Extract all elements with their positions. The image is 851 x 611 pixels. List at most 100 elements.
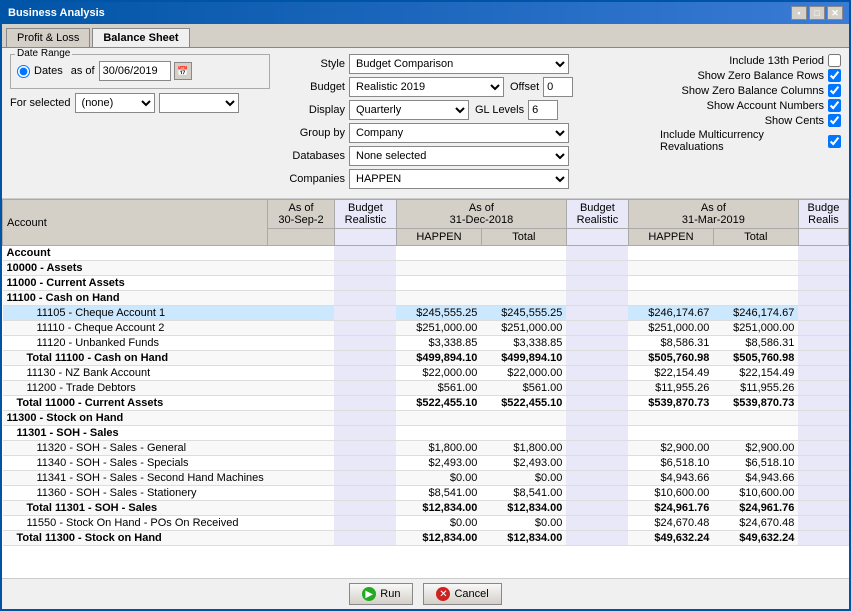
minimize-button[interactable]: ▪	[791, 6, 807, 20]
data-cell	[334, 516, 396, 531]
data-cell	[628, 276, 713, 291]
data-cell	[566, 366, 628, 381]
table-row: Total 11300 - Stock on Hand$12,834.00$12…	[3, 531, 849, 546]
tab-balance-sheet[interactable]: Balance Sheet	[92, 28, 189, 47]
table-row: 11200 - Trade Debtors$561.00$561.00$11,9…	[3, 381, 849, 396]
data-cell	[713, 261, 798, 276]
data-cell	[566, 276, 628, 291]
cancel-button[interactable]: ✕ Cancel	[423, 583, 501, 605]
show-cents-checkbox[interactable]	[828, 114, 841, 127]
data-cell	[268, 516, 335, 531]
data-cell	[566, 411, 628, 426]
account-cell: 11320 - SOH - Sales - General	[3, 441, 268, 456]
run-label: Run	[380, 588, 400, 600]
data-cell: $245,555.25	[396, 306, 481, 321]
data-cell	[798, 441, 848, 456]
main-window: Business Analysis ▪ □ ✕ Profit & Loss Ba…	[0, 0, 851, 611]
databases-select[interactable]: None selected	[349, 146, 569, 166]
account-cell: 11100 - Cash on Hand	[3, 291, 268, 306]
table-row: 11340 - SOH - Sales - Specials$2,493.00$…	[3, 456, 849, 471]
display-label: Display	[280, 104, 345, 116]
col-dec-budget	[566, 229, 628, 246]
budget-select[interactable]: Realistic 2019	[349, 77, 504, 97]
data-cell	[628, 261, 713, 276]
account-cell: Account	[3, 246, 268, 261]
table-header-row1: Account As of30-Sep-2 BudgetRealistic As…	[3, 200, 849, 229]
table-row: 11100 - Cash on Hand	[3, 291, 849, 306]
display-select[interactable]: Quarterly	[349, 100, 469, 120]
data-cell	[268, 456, 335, 471]
account-cell: Total 11301 - SOH - Sales	[3, 501, 268, 516]
data-cell	[396, 291, 481, 306]
companies-row: Companies HAPPEN	[280, 169, 640, 189]
table-container[interactable]: Account As of30-Sep-2 BudgetRealistic As…	[2, 199, 849, 578]
data-cell	[798, 261, 848, 276]
include-multicurrency-checkbox[interactable]	[828, 135, 841, 148]
data-cell: $8,541.00	[481, 486, 566, 501]
calendar-button[interactable]: 📅	[174, 62, 192, 80]
show-zero-rows-checkbox[interactable]	[828, 69, 841, 82]
data-cell: $6,518.10	[628, 456, 713, 471]
style-label: Style	[280, 58, 345, 70]
account-cell: 11110 - Cheque Account 2	[3, 321, 268, 336]
companies-select[interactable]: HAPPEN	[349, 169, 569, 189]
data-cell: $539,870.73	[628, 396, 713, 411]
data-cell	[334, 441, 396, 456]
data-cell	[713, 291, 798, 306]
data-cell	[268, 486, 335, 501]
data-cell: $22,000.00	[396, 366, 481, 381]
main-table: Account As of30-Sep-2 BudgetRealistic As…	[2, 199, 849, 546]
col-sep-budget	[334, 229, 396, 246]
gl-levels-label: GL Levels	[475, 104, 524, 116]
close-button[interactable]: ✕	[827, 6, 843, 20]
maximize-button[interactable]: □	[809, 6, 825, 20]
show-account-numbers-checkbox[interactable]	[828, 99, 841, 112]
data-cell: $12,834.00	[481, 501, 566, 516]
for-selected-select[interactable]: (none)	[75, 93, 155, 113]
show-zero-columns-checkbox[interactable]	[828, 84, 841, 97]
data-cell: $251,000.00	[713, 321, 798, 336]
data-cell	[713, 426, 798, 441]
data-cell	[798, 321, 848, 336]
run-button[interactable]: ▶ Run	[349, 583, 413, 605]
data-cell: $251,000.00	[481, 321, 566, 336]
gl-levels-input[interactable]: 6	[528, 100, 558, 120]
table-row: 11320 - SOH - Sales - General$1,800.00$1…	[3, 441, 849, 456]
tab-profit-loss[interactable]: Profit & Loss	[6, 28, 90, 47]
col-budget-realistic-3: BudgeRealis	[798, 200, 848, 229]
for-selected-value-select[interactable]	[159, 93, 239, 113]
data-cell	[566, 516, 628, 531]
data-cell	[798, 381, 848, 396]
account-cell: 10000 - Assets	[3, 261, 268, 276]
data-cell	[334, 351, 396, 366]
col-dec-total: Total	[481, 229, 566, 246]
groupby-select[interactable]: Company	[349, 123, 569, 143]
data-cell	[798, 531, 848, 546]
data-cell	[334, 471, 396, 486]
dates-radio[interactable]	[17, 65, 30, 78]
date-input[interactable]: 30/06/2019	[99, 61, 171, 81]
include-13th-checkbox[interactable]	[828, 54, 841, 67]
style-select[interactable]: Budget Comparison	[349, 54, 569, 74]
offset-input[interactable]: 0	[543, 77, 573, 97]
include-13th-label: Include 13th Period	[729, 55, 824, 67]
data-cell: $539,870.73	[713, 396, 798, 411]
data-cell: $0.00	[396, 471, 481, 486]
date-range-label: Date Range	[15, 48, 72, 59]
data-cell	[334, 246, 396, 261]
col-account: Account	[3, 200, 268, 246]
col-dec-happen: HAPPEN	[396, 229, 481, 246]
data-cell	[566, 291, 628, 306]
tab-bar: Profit & Loss Balance Sheet	[2, 24, 849, 48]
data-cell	[798, 351, 848, 366]
data-cell: $11,955.26	[628, 381, 713, 396]
data-cell: $3,338.85	[396, 336, 481, 351]
col-budget-realistic-1: BudgetRealistic	[334, 200, 396, 229]
data-cell	[268, 366, 335, 381]
data-cell	[798, 516, 848, 531]
data-cell	[566, 381, 628, 396]
data-cell	[268, 426, 335, 441]
data-cell: $11,955.26	[713, 381, 798, 396]
col-as-of-mar: As of31-Mar-2019	[628, 200, 798, 229]
window-title: Business Analysis	[8, 7, 105, 19]
